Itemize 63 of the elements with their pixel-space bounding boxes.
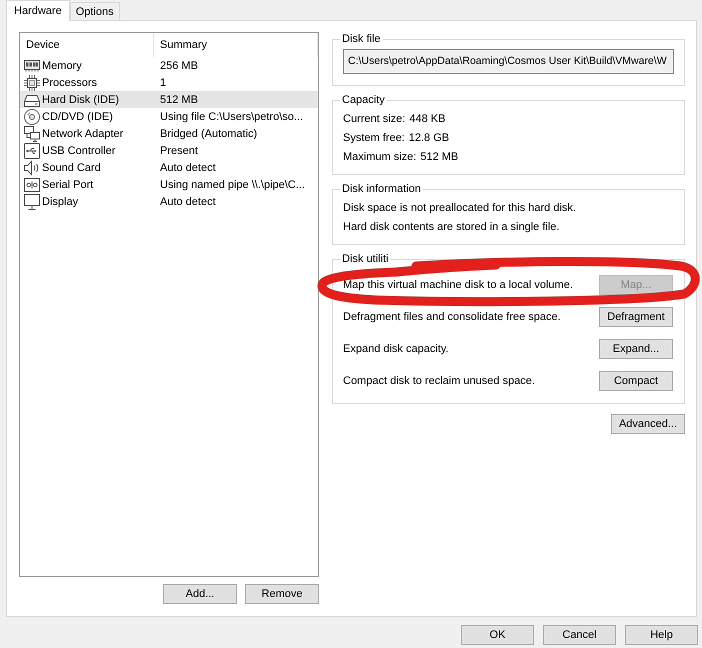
device-summary: 256 MB	[160, 60, 198, 72]
info-text: Hard disk contents are stored in a single file.	[343, 220, 560, 235]
capacity-label: System free:	[343, 131, 405, 146]
device-row[interactable]: Network Adapter Bridged (Automatic)	[20, 125, 318, 142]
device-row[interactable]: Hard Disk (IDE) 512 MB	[20, 91, 318, 108]
memory-module-icon	[24, 58, 40, 74]
device-summary: Using named pipe \\.\pipe\C...	[160, 178, 305, 190]
utility-button[interactable]: Expand...	[599, 339, 673, 359]
file-path-field[interactable]: C:\Users\petro\AppData\Roaming\Cosmos User Kit\Build\VMware\W	[343, 49, 674, 74]
utility-description: Defragment files and consolidate free space.	[343, 311, 561, 323]
device-row[interactable]: CD/DVD (IDE) Using file C:\Users\petro\so...	[20, 108, 318, 125]
device-row[interactable]: Processors 1	[20, 74, 318, 91]
group-title: Disk information	[341, 182, 422, 196]
utility-description: Map this virtual machine disk to a local volume.	[343, 279, 573, 291]
computers-icon	[24, 126, 40, 142]
column-header[interactable]: Summary	[154, 33, 318, 57]
utility-button[interactable]: Defragment	[599, 307, 673, 327]
tab[interactable]: Options	[70, 2, 120, 20]
capacity-value: 448 KB	[409, 112, 446, 127]
add-button[interactable]: Add...	[163, 584, 237, 604]
chip-icon	[24, 74, 40, 90]
device-summary: Bridged (Automatic)	[160, 128, 258, 140]
cancel-button[interactable]: Cancel	[543, 625, 616, 645]
capacity-value: 512 MB	[420, 150, 458, 165]
capacity-value: 12.8 GB	[408, 131, 450, 146]
device-summary: 512 MB	[160, 94, 198, 106]
device-name: USB Controller	[42, 144, 116, 156]
group-title: Capacity	[341, 93, 386, 107]
tab[interactable]: Hardware	[6, 0, 70, 21]
device-name: Display	[42, 196, 78, 208]
utility-button[interactable]: Compact	[599, 371, 673, 391]
remove-button[interactable]: Remove	[245, 584, 319, 604]
device-summary: Auto detect	[160, 162, 216, 174]
device-name: CD/DVD (IDE)	[42, 110, 113, 122]
device-summary: Auto detect	[160, 196, 216, 208]
device-summary: 1	[160, 76, 166, 88]
device-summary: Using file C:\Users\petro\so...	[160, 110, 304, 122]
capacity-label: Current size:	[343, 112, 406, 127]
group-title: Disk file	[341, 32, 382, 46]
utility-description: Compact disk to reclaim unused space.	[343, 375, 535, 387]
ok-button[interactable]: OK	[461, 625, 534, 645]
device-row[interactable]: Display Auto detect	[20, 193, 318, 210]
info-text: Disk space is not preallocated for this hard disk.	[343, 201, 576, 216]
device-name: Sound Card	[42, 162, 101, 174]
device-name: Memory	[42, 60, 82, 72]
device-row[interactable]: Serial Port Using named pipe \\.\pipe\C...	[20, 176, 318, 193]
device-name: Serial Port	[42, 178, 94, 190]
group-title: Disk utiliti	[341, 252, 390, 266]
device-row[interactable]: USB Controller Present	[20, 142, 318, 159]
utility-description: Expand disk capacity.	[343, 343, 449, 355]
capacity-label: Maximum size:	[343, 150, 416, 165]
device-row[interactable]: Sound Card Auto detect	[20, 159, 318, 176]
disc-icon	[24, 108, 40, 124]
device-name: Processors	[42, 76, 98, 88]
speaker-icon	[24, 160, 40, 176]
device-summary: Present	[160, 144, 198, 156]
monitor-icon	[24, 194, 40, 210]
device-row[interactable]: Memory 256 MB	[20, 57, 318, 74]
help-button[interactable]: Help	[625, 625, 698, 645]
device-name: Network Adapter	[42, 128, 124, 140]
column-header[interactable]: Device	[20, 33, 154, 57]
device-name: Hard Disk (IDE)	[42, 94, 120, 106]
advanced-button[interactable]: Advanced...	[611, 414, 685, 434]
